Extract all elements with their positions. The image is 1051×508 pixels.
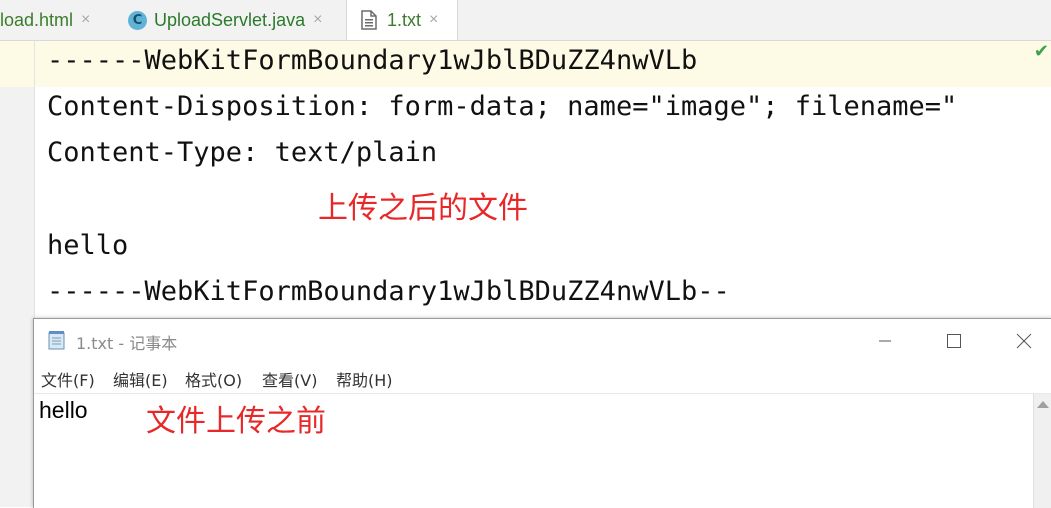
menu-view[interactable]: 查看(V) (262, 367, 317, 391)
tab-label: 1.txt (387, 9, 422, 30)
tab-close-icon[interactable]: × (429, 11, 438, 29)
after-upload-annotation: 上传之后的文件 (318, 191, 528, 226)
code-line[interactable]: Content-Disposition: form-data; name="im… (47, 91, 957, 122)
tab-close-icon[interactable]: × (313, 11, 322, 29)
tab-load-html[interactable]: load.html × (0, 0, 90, 40)
code-line[interactable]: ------WebKitFormBoundary1wJblBDuZZ4nwVLb (47, 45, 697, 76)
code-line[interactable]: ------WebKitFormBoundary1wJblBDuZZ4nwVLb… (47, 276, 730, 307)
java-class-icon: C (128, 10, 147, 30)
text-file-icon (361, 10, 377, 30)
maximize-icon (947, 334, 961, 348)
menu-format[interactable]: 格式(O) (185, 367, 242, 391)
notepad-menu-bar: 文件(F) 编辑(E) 格式(O) 查看(V) 帮助(H) (34, 361, 1051, 394)
notepad-window: 1.txt - 记事本 文件(F) 编辑(E) 格式(O) 查看(V) 帮助(H… (33, 318, 1051, 508)
tab-label: UploadServlet.java (154, 9, 306, 30)
minimize-button[interactable] (862, 325, 908, 357)
notepad-app-icon (48, 331, 65, 350)
notepad-content[interactable]: hello (39, 397, 88, 424)
before-upload-annotation: 文件上传之前 (146, 404, 326, 439)
notepad-title-bar[interactable]: 1.txt - 记事本 (34, 319, 1051, 361)
tab-upload-servlet[interactable]: C UploadServlet.java × (128, 0, 322, 40)
maximize-button[interactable] (931, 325, 977, 357)
notepad-text-area[interactable]: hello 文件上传之前 (34, 394, 1034, 508)
code-line[interactable]: hello (47, 230, 128, 261)
window-title: 1.txt - 记事本 (76, 334, 178, 353)
tab-1-txt[interactable]: 1.txt × (346, 0, 458, 40)
tab-close-icon[interactable]: × (81, 11, 90, 29)
menu-file[interactable]: 文件(F) (41, 367, 95, 391)
check-icon: ✔ (1033, 41, 1049, 62)
tab-label: load.html (0, 9, 74, 30)
scroll-up-arrow-icon[interactable] (1037, 401, 1049, 408)
code-line[interactable]: Content-Type: text/plain (47, 137, 437, 168)
menu-edit[interactable]: 编辑(E) (113, 367, 168, 391)
editor-tab-bar: load.html × C UploadServlet.java × 1.txt… (0, 0, 1051, 41)
menu-help[interactable]: 帮助(H) (336, 367, 393, 391)
line-number-gutter (0, 41, 35, 507)
close-button[interactable] (1001, 325, 1047, 357)
minimize-icon (879, 340, 891, 342)
vertical-scrollbar[interactable] (1033, 394, 1051, 508)
close-icon (1016, 333, 1032, 349)
gutter-current-line (0, 41, 34, 87)
